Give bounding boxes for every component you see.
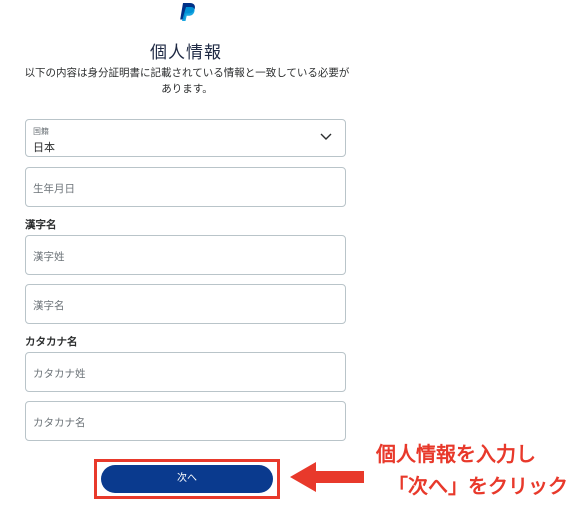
paypal-logo-icon xyxy=(180,3,195,21)
kana-last-name-input[interactable]: カタカナ姓 xyxy=(25,352,346,392)
kana-section-label: カタカナ名 xyxy=(25,336,78,348)
birthdate-placeholder: 生年月日 xyxy=(33,183,75,195)
page-title: 個人情報 xyxy=(150,43,222,63)
birthdate-input[interactable]: 生年月日 xyxy=(25,167,346,207)
next-button-highlight: 次へ xyxy=(94,459,280,499)
nationality-value: 日本 xyxy=(33,141,55,154)
kana-first-name-input[interactable]: カタカナ名 xyxy=(25,401,346,441)
kanji-first-name-input[interactable]: 漢字名 xyxy=(25,284,346,324)
kanji-first-name-placeholder: 漢字名 xyxy=(33,300,65,312)
nationality-label: 国籍 xyxy=(33,127,49,136)
kana-last-name-placeholder: カタカナ姓 xyxy=(33,368,86,380)
left-arrow-icon xyxy=(290,462,364,492)
nationality-select[interactable]: 国籍 日本 xyxy=(25,119,346,157)
annotation-line-1: 個人情報を入力し xyxy=(376,442,536,466)
kanji-section-label: 漢字名 xyxy=(25,219,57,231)
chevron-down-icon xyxy=(320,133,332,140)
kanji-last-name-input[interactable]: 漢字姓 xyxy=(25,235,346,275)
annotation-line-2: 「次へ」をクリック xyxy=(388,474,568,498)
kanji-last-name-placeholder: 漢字姓 xyxy=(33,251,65,263)
kana-first-name-placeholder: カタカナ名 xyxy=(33,417,86,429)
page-description: 以下の内容は身分証明書に記載されている情報と一致している必要があります。 xyxy=(24,67,350,95)
next-button[interactable]: 次へ xyxy=(101,465,273,493)
